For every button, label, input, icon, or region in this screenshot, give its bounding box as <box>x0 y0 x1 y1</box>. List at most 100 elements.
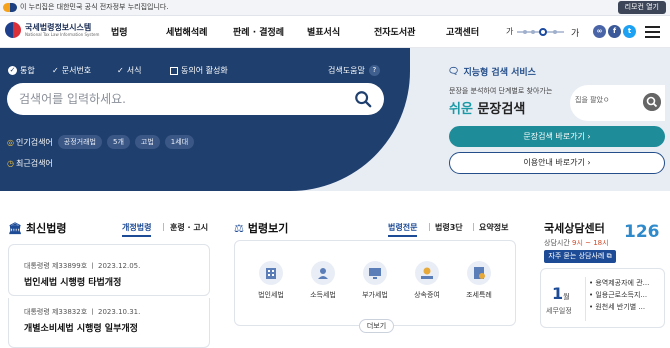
slider-step <box>531 30 535 34</box>
bulb-icon: ◎ <box>7 137 14 147</box>
schedule-item-text: 일용근로소득지... <box>595 291 648 299</box>
law-shortcut-corporate[interactable]: 법인세법 <box>247 261 295 300</box>
tab-amended-law[interactable]: 개정법령 <box>122 222 152 237</box>
schedule-list: • 용역제공자에 관... • 일용근로소득지... • 원천세 반기별 ... <box>589 277 649 313</box>
checkbox-icon[interactable] <box>170 66 178 75</box>
slider-handle[interactable] <box>539 28 547 36</box>
keyword-tag[interactable]: 공정거래법 <box>57 135 102 149</box>
law-title: 법인세법 시행령 타법개정 <box>24 278 122 288</box>
font-size-large[interactable]: 가 <box>571 26 579 39</box>
nav-menu-precedent[interactable]: 판례 · 결정례 <box>233 25 284 38</box>
building-icon: 🏛 <box>8 221 22 235</box>
option-label: 문서번호 <box>61 66 92 75</box>
option-synonym[interactable]: 동의어 활성화 <box>170 65 228 76</box>
schedule-label: 세무일정 <box>546 307 572 315</box>
clock-icon: ◷ <box>7 159 14 168</box>
law-shortcut-label: 조세특례 <box>466 291 492 299</box>
keyword-tag[interactable]: 5개 <box>107 135 130 149</box>
popular-label-text: 인기검색어 <box>15 137 53 147</box>
checked-circle-icon: ✓ <box>8 66 17 75</box>
law-shortcut-special[interactable]: 조세특례 <box>455 261 503 300</box>
counsel-hours-value: 9시 ~ 18시 <box>572 239 609 247</box>
schedule-item[interactable]: • 원천세 반기별 ... <box>589 301 649 313</box>
search-input[interactable] <box>19 90 349 108</box>
tab-three-column[interactable]: 법령3단 <box>435 222 463 233</box>
nav-menu-library[interactable]: 전자도서관 <box>374 25 415 38</box>
schedule-month: 1월 <box>552 284 570 303</box>
law-title: 개별소비세법 시행령 일부개정 <box>24 324 138 334</box>
keyword-tag[interactable]: 1세대 <box>164 135 195 149</box>
faq-button[interactable]: 자주 묻는 상담사례 ⧉ <box>544 250 616 263</box>
tax-schedule: 1월 세무일정 • 용역제공자에 관... • 일용근로소득지... • 원천세… <box>540 268 665 328</box>
gov-notice[interactable]: 이 누리집은 대한민국 공식 전자정부 누리집입니다. <box>3 2 169 12</box>
search-help[interactable]: 검색도움말 ? <box>328 65 380 76</box>
facebook-icon[interactable]: f <box>608 25 621 38</box>
ai-title-text: 지능형 검색 서비스 <box>463 68 536 78</box>
recent-keywords[interactable]: ◷ 최근검색어 <box>7 158 53 169</box>
keyword-tag[interactable]: 고법 <box>134 135 160 149</box>
tab-divider: | <box>472 222 475 231</box>
nav-menu-forms[interactable]: 별표서식 <box>307 25 340 38</box>
schedule-month-number: 1 <box>552 284 564 303</box>
counsel-hours-label: 상담시간 <box>544 239 570 247</box>
help-icon: ? <box>368 65 380 76</box>
option-forms[interactable]: ✓ 서식 <box>117 65 141 76</box>
nav-menu-law[interactable]: 법령 <box>111 25 128 38</box>
latest-law-card[interactable]: 대통령령 제33832호 ㅣ 2023.10.31. 개별소비세법 시행령 일부… <box>8 298 210 348</box>
gov-notice-bar: 이 누리집은 대한민국 공식 전자정부 누리집입니다. 리모컨 열기 <box>0 0 670 16</box>
search-icon <box>643 93 661 111</box>
more-button[interactable]: 더보기 <box>359 319 394 333</box>
search-icon[interactable] <box>354 90 372 108</box>
font-size-small[interactable]: 가 <box>506 26 513 37</box>
ai-heading-rest: 문장검색 <box>472 102 526 117</box>
latest-laws-title: 🏛 최신법령 <box>8 220 66 236</box>
law-shortcut-inheritance[interactable]: 상속증여 <box>403 261 451 300</box>
schedule-month-unit: 월 <box>563 293 570 301</box>
law-view-title: ⚖ 법령보기 <box>234 220 288 236</box>
schedule-item[interactable]: • 일용근로소득지... <box>589 289 649 301</box>
check-icon: ✓ <box>52 66 59 75</box>
menu-hamburger-icon[interactable] <box>645 26 660 38</box>
hero-section: ✓ 통합 ✓ 문서번호 ✓ 서식 동의어 활성화 검색도움말 ? 검색어를 입력… <box>0 48 670 191</box>
latest-law-card[interactable]: 대통령령 제33899호 ㅣ 2023.12.05. 법인세법 시행령 타법개정 <box>8 244 210 296</box>
law-shortcut-label: 상속증여 <box>414 291 440 299</box>
latest-title-text: 최신법령 <box>25 222 67 235</box>
divider <box>585 277 586 321</box>
ai-heading: 쉬운 문장검색 <box>449 98 525 117</box>
schedule-item[interactable]: • 용역제공자에 관... <box>589 277 649 289</box>
faq-label: 자주 묻는 상담사례 <box>548 252 605 260</box>
check-icon: ✓ <box>117 66 124 75</box>
law-shortcuts: 법인세법 소득세법 부가세법 상속증여 조세특례 <box>234 240 516 326</box>
slider-step <box>553 30 557 34</box>
law-shortcut-vat[interactable]: 부가세법 <box>351 261 399 300</box>
recent-label: 최근검색어 <box>15 159 53 168</box>
usage-guide-button[interactable]: 이용안내 바로가기 › <box>449 152 665 174</box>
usage-guide-label: 이용안내 바로가기 <box>523 158 585 167</box>
chat-bubble-icon: 🗨 <box>448 66 460 77</box>
option-all[interactable]: ✓ 통합 <box>8 65 35 76</box>
nav-menu-interpretation[interactable]: 세법해석례 <box>166 25 207 38</box>
font-size-slider[interactable] <box>517 28 564 36</box>
taegeuk-logo-icon <box>5 22 21 38</box>
nav-menu-support[interactable]: 고객센터 <box>446 25 479 38</box>
tab-directive[interactable]: 훈령 · 고시 <box>170 222 208 233</box>
building-icon <box>259 261 283 285</box>
search-panel: ✓ 통합 ✓ 문서번호 ✓ 서식 동의어 활성화 검색도움말 ? 검색어를 입력… <box>0 48 410 191</box>
ai-search-title: 🗨 지능형 검색 서비스 <box>448 65 536 79</box>
sentence-search-button[interactable]: 문장검색 바로가기 › <box>449 126 665 147</box>
popular-label: ◎ 인기검색어 <box>7 137 53 148</box>
tab-full-text[interactable]: 법령전문 <box>388 222 418 237</box>
search-help-label: 검색도움말 <box>328 66 365 75</box>
site-logo[interactable]: 국세법령정보시스템 National Tax Law Information S… <box>5 22 99 38</box>
share-link-icon[interactable]: ∞ <box>593 25 606 38</box>
slider-step <box>523 30 527 34</box>
remote-control-button[interactable]: 리모컨 열기 <box>617 1 666 14</box>
law-view-title-text: 법령보기 <box>247 222 289 235</box>
counsel-hours: 상담시간 9시 ~ 18시 <box>544 238 609 248</box>
law-shortcut-income[interactable]: 소득세법 <box>299 261 347 300</box>
twitter-icon[interactable]: t <box>623 25 636 38</box>
law-meta: 대통령령 제33832호 ㅣ 2023.10.31. <box>24 308 141 316</box>
tab-summary[interactable]: 요약정보 <box>479 222 508 233</box>
sentence-search-preview[interactable]: 집을 팔았ㅇ <box>570 85 665 121</box>
option-docnum[interactable]: ✓ 문서번호 <box>52 65 91 76</box>
